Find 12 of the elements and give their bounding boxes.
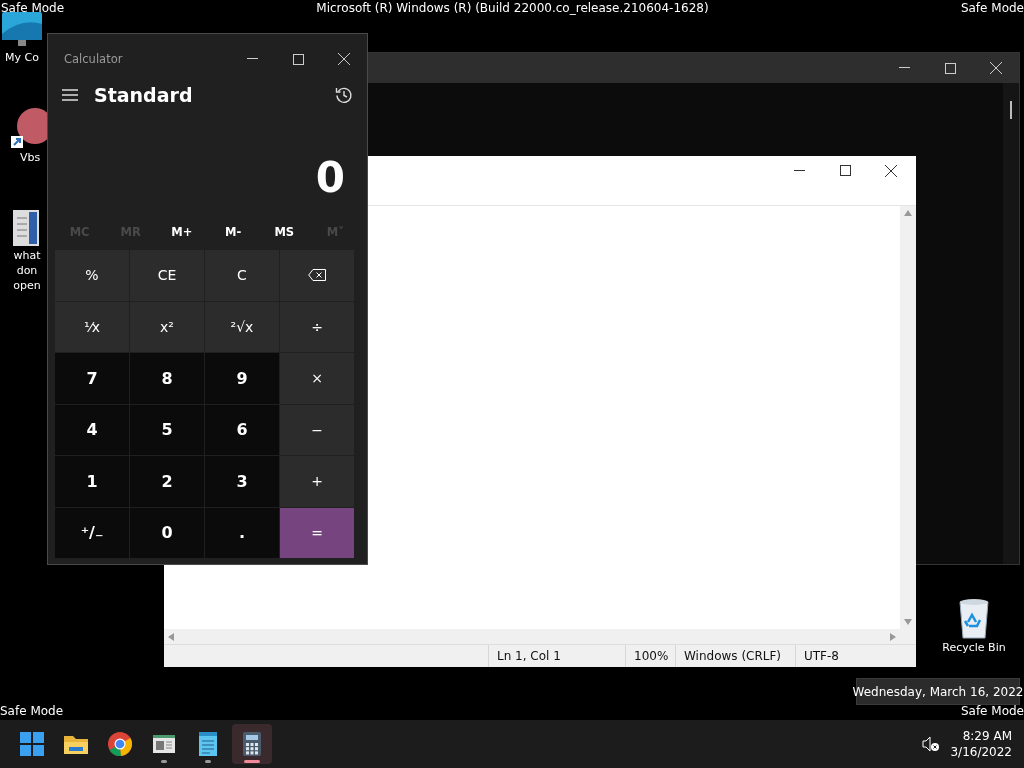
safe-mode-label: Safe Mode xyxy=(1,1,65,15)
mode-title: Standard xyxy=(94,84,193,106)
display-value: 0 xyxy=(315,153,345,202)
safe-mode-label: Safe Mode xyxy=(0,704,64,718)
build-title: Microsoft (R) Windows (R) (Build 22000.co_release.210604-1628) xyxy=(316,1,709,15)
window-title: Calculator xyxy=(64,52,123,66)
status-text: Ln 1, Col 1 xyxy=(488,645,625,667)
status-text: Windows (CRLF) xyxy=(675,645,795,667)
safe-mode-label: Safe Mode xyxy=(960,1,1024,15)
safe-mode-label: Safe Mode xyxy=(960,704,1024,718)
status-text: 100% xyxy=(625,645,675,667)
status-text: UTF-8 xyxy=(795,645,900,667)
